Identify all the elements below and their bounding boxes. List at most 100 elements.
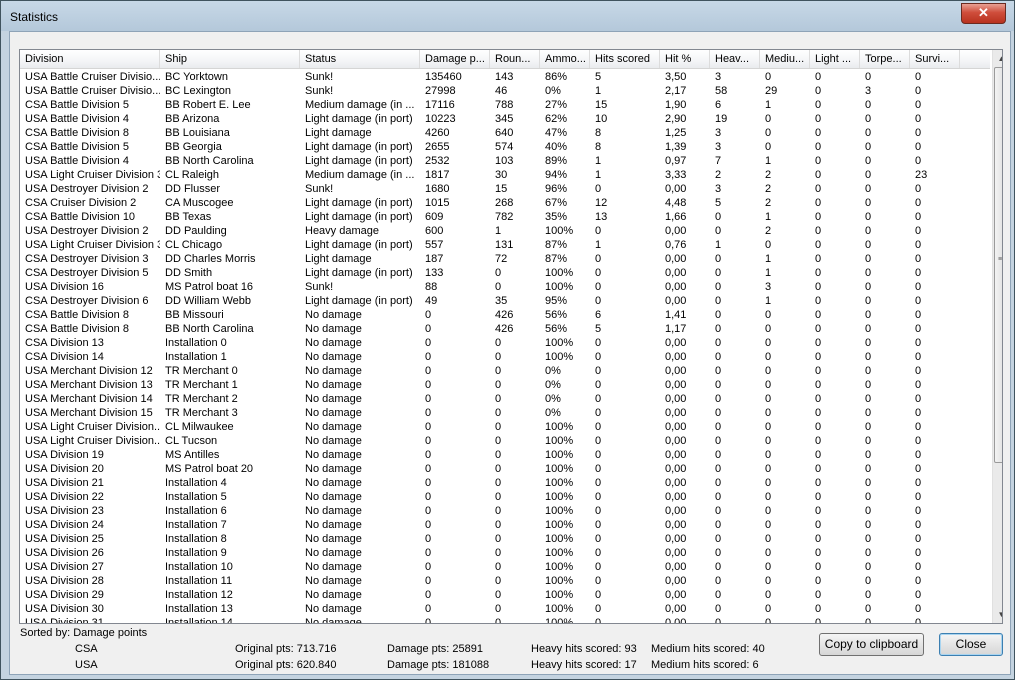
column-header[interactable]: Hit % — [660, 50, 710, 68]
table-row[interactable]: USA Division 22 Installation 5 No damage 0 0… — [20, 490, 990, 504]
table-cell: 0 — [495, 393, 502, 405]
column-header[interactable]: Roun... — [490, 50, 540, 68]
table-cell: 0 — [815, 141, 822, 153]
column-header[interactable]: Torpe... — [860, 50, 910, 68]
table-row[interactable]: USA Merchant Division 13 TR Merchant 1 No … — [20, 378, 990, 392]
table-row[interactable]: USA Battle Cruiser Divisio... BC Lexingto… — [20, 84, 990, 98]
window-close-icon[interactable]: ✕ — [961, 3, 1006, 24]
table-row[interactable]: USA Division 31 Installation 14 No damage 0… — [20, 616, 990, 623]
table-row[interactable]: CSA Battle Division 5 BB Georgia Light dam… — [20, 140, 990, 154]
column-header[interactable]: Heav... — [710, 50, 760, 68]
table-row[interactable]: USA Division 26 Installation 9 No damage 0 0… — [20, 546, 990, 560]
table-cell: 58 — [715, 85, 728, 97]
column-header[interactable]: Ship — [160, 50, 300, 68]
table-row[interactable]: USA Light Cruiser Division 3 CL Chicago Li… — [20, 238, 990, 252]
table-row[interactable]: USA Battle Division 4 BB North Carolina Li… — [20, 154, 990, 168]
table-row[interactable]: USA Division 21 Installation 4 No damage 0 0… — [20, 476, 990, 490]
table-cell: 0 — [815, 491, 822, 503]
table-row[interactable]: USA Battle Division 4 BB Arizona Light dam… — [20, 112, 990, 126]
table-row[interactable]: CSA Battle Division 8 BB Louisiana Light d… — [20, 126, 990, 140]
table-row[interactable]: USA Division 27 Installation 10 No damage 0… — [20, 560, 990, 574]
summary-heavy-csa: Heavy hits scored: 93 — [531, 643, 637, 655]
table-row[interactable]: USA Destroyer Division 2 DD Paulding Heavy… — [20, 224, 990, 238]
table-cell: 0 — [765, 561, 772, 573]
table-row[interactable]: CSA Destroyer Division 6 DD William Webb L… — [20, 294, 990, 308]
table-cell: 0 — [765, 421, 772, 433]
table-cell: 0 — [495, 491, 502, 503]
table-cell: 0 — [495, 267, 502, 279]
table-row[interactable]: USA Merchant Division 15 TR Merchant 3 No … — [20, 406, 990, 420]
table-cell: 0 — [715, 463, 722, 475]
column-header[interactable]: Damage p... — [420, 50, 490, 68]
table-row[interactable]: CSA Battle Division 8 BB Missouri No damag… — [20, 308, 990, 322]
table-cell: USA Division 21 — [25, 477, 104, 489]
table-row[interactable]: CSA Cruiser Division 2 CA Muscogee Light d… — [20, 196, 990, 210]
vertical-scrollbar[interactable]: ▲ ≡ ▼ — [992, 50, 1002, 623]
table-cell: USA Division 20 — [25, 463, 104, 475]
table-cell: 0 — [765, 589, 772, 601]
column-header[interactable]: Division — [20, 50, 160, 68]
table-cell: 0 — [765, 463, 772, 475]
table-row[interactable]: CSA Battle Division 8 BB North Carolina No… — [20, 322, 990, 336]
table-row[interactable]: USA Light Cruiser Division... CL Tucson No… — [20, 434, 990, 448]
table-cell: 0 — [595, 365, 602, 377]
table-row[interactable]: USA Light Cruiser Division... CL Milwauke… — [20, 420, 990, 434]
table-cell: 0 — [765, 435, 772, 447]
table-row[interactable]: USA Division 25 Installation 8 No damage 0 0… — [20, 532, 990, 546]
table-row[interactable]: CSA Destroyer Division 3 DD Charles Morri… — [20, 252, 990, 266]
table-cell: 0 — [425, 463, 432, 475]
table-cell: 46 — [495, 85, 508, 97]
table-cell: No damage — [305, 477, 362, 489]
column-header[interactable]: Mediu... — [760, 50, 810, 68]
table-row[interactable]: USA Division 23 Installation 6 No damage 0 0… — [20, 504, 990, 518]
table-row[interactable]: USA Battle Cruiser Divisio... BC Yorktown… — [20, 70, 990, 84]
table-row[interactable]: USA Destroyer Division 2 DD Flusser Sunk! 1… — [20, 182, 990, 196]
table-cell: 0 — [915, 421, 922, 433]
table-cell: 1 — [595, 239, 602, 251]
title-bar[interactable]: Statistics ✕ — [1, 1, 1014, 31]
table-row[interactable]: USA Division 19 MS Antilles No damage 0 0 100… — [20, 448, 990, 462]
scroll-up-icon[interactable]: ▲ — [993, 50, 1002, 67]
table-row[interactable]: USA Division 16 MS Patrol boat 16 Sunk! 88 0… — [20, 280, 990, 294]
table-cell: USA Division 19 — [25, 449, 104, 461]
table-cell: 1817 — [425, 169, 450, 181]
table-cell: 0 — [865, 197, 872, 209]
table-cell: USA Division 24 — [25, 519, 104, 531]
table-cell: 0 — [865, 267, 872, 279]
table-cell: 17116 — [425, 99, 455, 111]
column-header[interactable]: Hits scored — [590, 50, 660, 68]
table-row[interactable]: USA Division 29 Installation 12 No damage 0… — [20, 588, 990, 602]
table-cell: No damage — [305, 323, 362, 335]
table-cell: Light damage (in port) — [305, 239, 413, 251]
column-header[interactable]: Light ... — [810, 50, 860, 68]
table-cell: BB Robert E. Lee — [165, 99, 251, 111]
table-row[interactable]: USA Division 28 Installation 11 No damage 0… — [20, 574, 990, 588]
table-cell: 0,00 — [665, 449, 687, 461]
column-header[interactable]: Survi... — [910, 50, 960, 68]
table-row[interactable]: USA Division 20 MS Patrol boat 20 No damag… — [20, 462, 990, 476]
table-cell: Installation 9 — [165, 547, 227, 559]
column-header[interactable]: Ammo... — [540, 50, 590, 68]
table-cell: 0,00 — [665, 505, 687, 517]
table-row[interactable]: CSA Division 14 Installation 1 No damage 0 0… — [20, 350, 990, 364]
table-cell: USA Division 29 — [25, 589, 104, 601]
scroll-thumb[interactable]: ≡ — [994, 67, 1002, 463]
table-row[interactable]: USA Merchant Division 14 TR Merchant 2 No … — [20, 392, 990, 406]
table-row[interactable]: CSA Destroyer Division 5 DD Smith Light da… — [20, 266, 990, 280]
close-button[interactable]: Close — [939, 633, 1003, 656]
table-row[interactable]: USA Light Cruiser Division 3 CL Raleigh Me… — [20, 168, 990, 182]
table-cell: 27998 — [425, 85, 456, 97]
table-cell: 19 — [715, 113, 728, 125]
table-cell: USA Light Cruiser Division 3 — [25, 169, 160, 181]
table-row[interactable]: CSA Division 13 Installation 0 No damage 0 0… — [20, 336, 990, 350]
table-row[interactable]: CSA Battle Division 5 BB Robert E. Lee Med… — [20, 98, 990, 112]
table-row[interactable]: CSA Battle Division 10 BB Texas Light dama… — [20, 210, 990, 224]
column-header[interactable]: Status — [300, 50, 420, 68]
table-cell: BB Arizona — [165, 113, 220, 125]
table-row[interactable]: USA Division 30 Installation 13 No damage 0… — [20, 602, 990, 616]
copy-to-clipboard-button[interactable]: Copy to clipboard — [819, 633, 924, 656]
table-row[interactable]: USA Merchant Division 12 TR Merchant 0 No … — [20, 364, 990, 378]
statistics-table[interactable]: Division Ship Status Damage p... Roun... Ammo… — [19, 49, 1003, 624]
table-row[interactable]: USA Division 24 Installation 7 No damage 0 0… — [20, 518, 990, 532]
scroll-down-icon[interactable]: ▼ — [993, 606, 1002, 623]
